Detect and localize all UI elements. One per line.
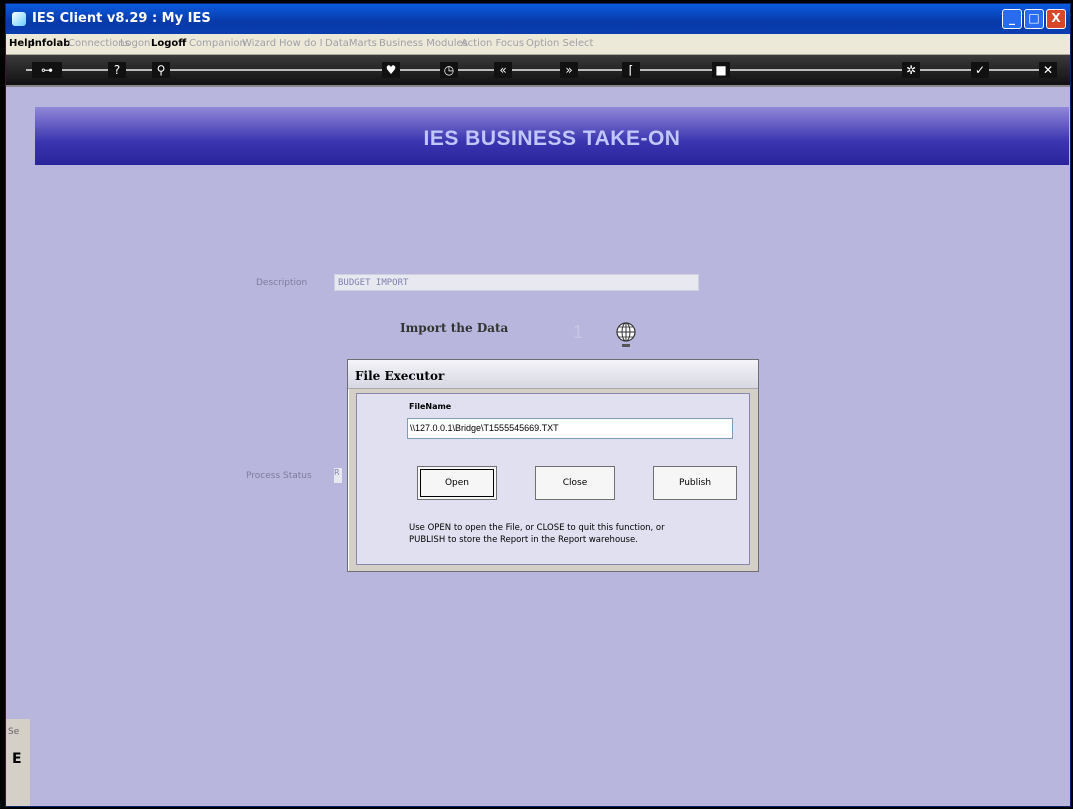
toolbar: ⊶ ? ⚲ ♥ ◷ « » ⌈ ■ ✲ ✓ ✕ xyxy=(6,55,1070,87)
dialog-title: File Executor xyxy=(355,369,445,383)
description-label: Description xyxy=(256,278,308,288)
help-line-2: PUBLISH to store the Report in the Repor… xyxy=(409,535,638,545)
side-label-2: E xyxy=(12,751,22,767)
file-executor-dialog: File Executor FileName \\127.0.0.1\Bridg… xyxy=(347,359,759,572)
close-icon[interactable]: ✕ xyxy=(1039,62,1057,78)
dialog-body: FileName \\127.0.0.1\Bridge\T1555545669.… xyxy=(356,393,750,565)
key-icon[interactable]: ⊶ xyxy=(32,62,62,78)
publish-button[interactable]: Publish xyxy=(653,466,737,500)
help-line-1: Use OPEN to open the File, or CLOSE to q… xyxy=(409,523,665,533)
check-icon[interactable]: ✓ xyxy=(971,62,989,78)
side-label-1: Se xyxy=(8,727,20,737)
page-title: IES BUSINESS TAKE-ON xyxy=(423,127,681,150)
filename-label: FileName xyxy=(409,402,452,411)
menu-how-do-i[interactable]: How do I xyxy=(279,38,323,49)
process-status-field: R xyxy=(334,468,342,483)
clock-icon[interactable]: ◷ xyxy=(440,62,458,78)
menu-logoff[interactable]: Logoff xyxy=(151,38,186,49)
import-data-label: Import the Data xyxy=(400,321,509,335)
help-icon[interactable]: ? xyxy=(108,62,126,78)
menu-wizard[interactable]: Wizard xyxy=(242,38,276,49)
window-title: IES Client v8.29 : My IES xyxy=(32,11,211,26)
menu-datamarts[interactable]: DataMarts xyxy=(325,38,377,49)
bracket-icon[interactable]: ⌈ xyxy=(622,62,640,78)
menu-infolab[interactable]: Infolab xyxy=(31,38,70,49)
dialog-title-bar: File Executor xyxy=(348,360,758,389)
app-icon xyxy=(12,12,26,26)
app-window: IES Client v8.29 : My IES _ □ X Help Inf… xyxy=(5,3,1071,807)
search-icon[interactable]: ⚲ xyxy=(152,62,170,78)
header-banner: IES BUSINESS TAKE-ON xyxy=(35,107,1069,165)
minimize-button[interactable]: _ xyxy=(1002,9,1022,29)
open-button[interactable]: Open xyxy=(417,466,497,500)
rewind-icon[interactable]: « xyxy=(494,62,512,78)
toolbar-divider xyxy=(26,69,1050,71)
close-button[interactable]: Close xyxy=(535,466,615,500)
menu-bar: Help Infolab Connections Logon Logoff Co… xyxy=(6,34,1070,55)
close-window-button[interactable]: X xyxy=(1046,9,1066,29)
description-field[interactable]: BUDGET IMPORT xyxy=(334,274,699,291)
globe-icon[interactable] xyxy=(613,320,639,350)
stop-icon[interactable]: ■ xyxy=(712,62,730,78)
maximize-button[interactable]: □ xyxy=(1024,9,1044,29)
menu-business-modules[interactable]: Business Modules xyxy=(379,38,468,49)
process-status-label: Process Status xyxy=(246,471,312,481)
menu-option-select[interactable]: Option Select xyxy=(526,38,593,49)
step-number: 1 xyxy=(573,322,584,342)
title-bar: IES Client v8.29 : My IES _ □ X xyxy=(6,4,1070,34)
forward-icon[interactable]: » xyxy=(560,62,578,78)
menu-action-focus[interactable]: Action Focus xyxy=(461,38,524,49)
side-panel[interactable]: Se E xyxy=(6,719,30,806)
menu-companion[interactable]: Companion xyxy=(189,38,246,49)
dialog-help-text: Use OPEN to open the File, or CLOSE to q… xyxy=(409,522,739,546)
filename-input[interactable]: \\127.0.0.1\Bridge\T1555545669.TXT xyxy=(407,418,733,439)
menu-logon[interactable]: Logon xyxy=(120,38,150,49)
settings-icon[interactable]: ✲ xyxy=(902,62,920,78)
heart-icon[interactable]: ♥ xyxy=(382,62,400,78)
